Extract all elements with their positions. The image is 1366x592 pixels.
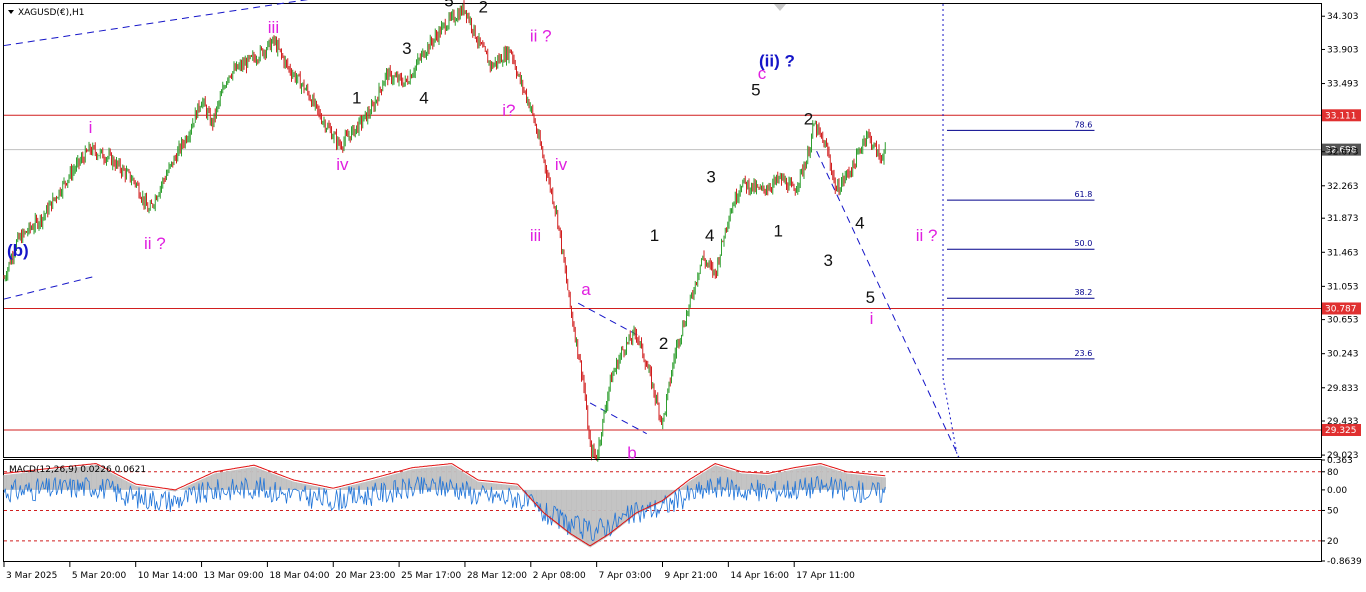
price-tick-label: 33.493 — [1327, 80, 1359, 90]
wave-label: 4 — [855, 213, 864, 232]
wave-label: 2 — [804, 110, 813, 129]
chart-svg[interactable]: 33.11130.78729.32532.698 78.661.850.038.… — [0, 0, 1366, 588]
time-tick-label: 20 Mar 23:00 — [335, 571, 395, 581]
time-tick-label: 9 Apr 21:00 — [665, 571, 718, 581]
macd-tick-label: 80 — [1327, 468, 1339, 478]
macd-label: MACD(12,26,9) 0.0226 0.0621 — [9, 465, 146, 475]
wave-label: 4 — [419, 89, 428, 108]
wave-label: i — [870, 309, 874, 328]
fib-level-label: 23.6 — [1074, 349, 1092, 358]
price-tick-label: 29.833 — [1327, 384, 1359, 394]
chart-window[interactable]: 33.111 30.787 29.325 32.698 78.6 61.8 50.0 38.… — [0, 0, 1366, 588]
price-tick-label: 31.873 — [1327, 214, 1359, 224]
price-tick-label: 31.053 — [1327, 282, 1359, 292]
wave-label: 2 — [659, 334, 668, 353]
wave-label: (b) — [7, 241, 29, 260]
time-tick-label: 28 Mar 12:00 — [467, 571, 527, 581]
price-tick-label: 30.243 — [1327, 350, 1359, 360]
time-tick-label: 14 Apr 16:00 — [730, 571, 789, 581]
price-tick-label: 33.903 — [1327, 45, 1359, 55]
macd-tick-label: -0.8639 — [1327, 557, 1362, 567]
level-price-label: 33.111 — [1325, 111, 1357, 121]
time-tick-label: 18 Mar 04:00 — [269, 571, 329, 581]
wave-label: 3 — [824, 251, 833, 270]
time-tick-label: 5 Mar 20:00 — [72, 571, 127, 581]
wave-label: ii ? — [916, 226, 938, 245]
price-tick-label: 29.433 — [1327, 417, 1359, 427]
wave-label: (ii) ? — [759, 51, 795, 70]
wave-label: 5 — [751, 80, 760, 99]
wave-label: i — [89, 118, 93, 137]
time-tick-label: 17 Apr 11:00 — [796, 571, 855, 581]
fib-level-label: 38.2 — [1074, 288, 1092, 297]
price-tick-label: 32.673 — [1327, 148, 1359, 158]
fib-level-label: 61.8 — [1074, 190, 1092, 199]
wave-label: 1 — [773, 222, 782, 241]
time-tick-label: 10 Mar 14:00 — [138, 571, 198, 581]
time-tick-label: 2 Apr 08:00 — [533, 571, 586, 581]
price-tick-label: 30.653 — [1327, 316, 1359, 326]
fib-level-label: 50.0 — [1074, 239, 1092, 248]
wave-label: 3 — [706, 168, 715, 187]
time-tick-label: 7 Apr 03:00 — [599, 571, 652, 581]
wave-label: i? — [502, 101, 515, 120]
wave-label: iv — [336, 155, 349, 174]
wave-label: 4 — [705, 226, 714, 245]
time-tick-label: 13 Mar 09:00 — [204, 571, 264, 581]
wave-label: ii ? — [144, 234, 166, 253]
macd-tick-label: 0.00 — [1327, 486, 1347, 496]
wave-label: iv — [555, 155, 568, 174]
fib-level-label: 78.6 — [1074, 120, 1092, 129]
wave-label: ii ? — [530, 26, 552, 45]
time-tick-label: 25 Mar 17:00 — [401, 571, 461, 581]
wave-label: a — [581, 280, 591, 299]
symbol-label: XAGUSD(€),H1 — [18, 8, 84, 18]
wave-label: 1 — [352, 89, 361, 108]
price-tick-label: 31.463 — [1327, 248, 1359, 258]
price-tick-label: 32.263 — [1327, 182, 1359, 192]
time-tick-label: 3 Mar 2025 — [6, 571, 57, 581]
price-tick-label: 34.303 — [1327, 12, 1359, 22]
wave-label: 5 — [444, 0, 453, 10]
wave-label: 2 — [478, 0, 487, 16]
wave-label: 1 — [650, 226, 659, 245]
wave-label: iii — [268, 18, 279, 37]
macd-tick-label: 0.363 — [1327, 456, 1353, 466]
macd-tick-label: 50 — [1327, 506, 1339, 516]
wave-label: 3 — [402, 39, 411, 58]
level-price-label: 29.325 — [1325, 426, 1357, 436]
wave-label: 5 — [866, 288, 875, 307]
wave-label: iii — [530, 226, 541, 245]
level-price-label: 30.787 — [1325, 304, 1357, 314]
macd-tick-label: 20 — [1327, 537, 1339, 547]
